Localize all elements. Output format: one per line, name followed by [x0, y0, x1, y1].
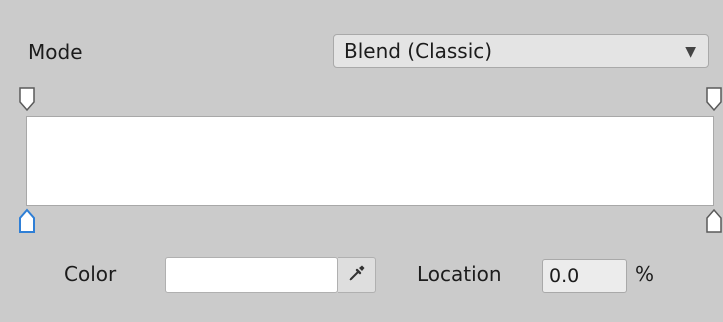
color-key-marker-start[interactable] — [18, 208, 36, 234]
color-key-marker-end[interactable] — [705, 208, 723, 234]
color-swatch-field[interactable] — [165, 257, 338, 293]
mode-dropdown-value: Blend (Classic) — [344, 39, 493, 63]
location-input[interactable] — [542, 259, 627, 293]
location-label: Location — [417, 262, 502, 286]
location-unit: % — [635, 262, 655, 286]
mode-label: Mode — [28, 40, 83, 64]
alpha-key-marker-end[interactable] — [705, 86, 723, 112]
alpha-key-marker-start[interactable] — [18, 86, 36, 112]
mode-dropdown[interactable]: Blend (Classic) ▼ — [333, 34, 709, 68]
eyedropper-icon — [348, 264, 366, 286]
gradient-preview-bar[interactable] — [26, 116, 714, 206]
dropdown-arrow-icon: ▼ — [685, 44, 696, 60]
eyedropper-button[interactable] — [338, 257, 376, 293]
color-label: Color — [64, 262, 117, 286]
